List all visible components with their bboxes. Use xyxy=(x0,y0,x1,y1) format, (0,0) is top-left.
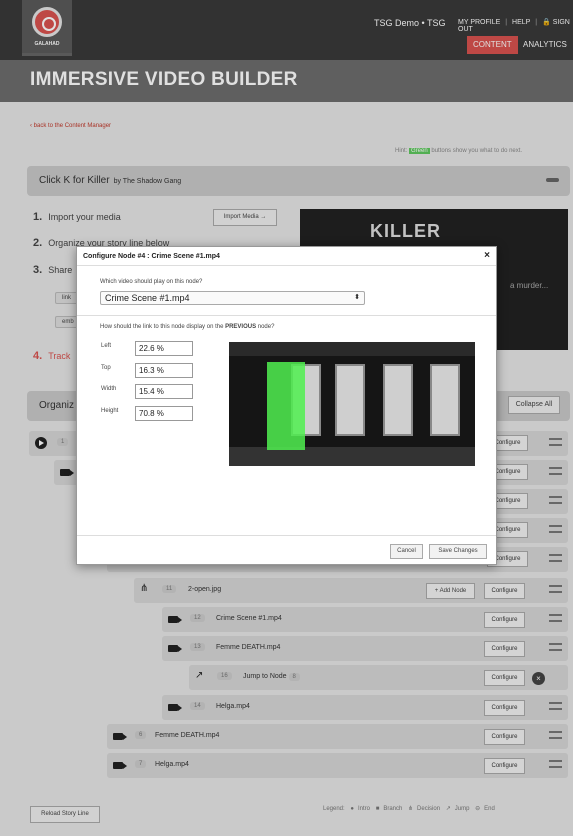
video-question: Which video should play on this node? xyxy=(100,279,203,285)
height-input[interactable]: 70.8 % xyxy=(135,406,193,421)
left-label: Left xyxy=(101,343,112,349)
width-input[interactable]: 15.4 % xyxy=(135,384,193,399)
link-hotspot[interactable] xyxy=(266,362,305,450)
height-label: Height xyxy=(101,408,119,414)
top-label: Top xyxy=(101,365,111,371)
door-image xyxy=(383,364,413,436)
door-image xyxy=(335,364,365,436)
previous-node-preview xyxy=(229,342,475,466)
select-arrow-icon: ⬍ xyxy=(354,294,360,301)
modal-title: Configure Node #4 : Crime Scene #1.mp4 xyxy=(77,247,496,266)
save-changes-button[interactable]: Save Changes xyxy=(429,544,487,559)
close-icon[interactable]: × xyxy=(484,250,490,261)
link-display-question: How should the link to this node display… xyxy=(100,324,275,330)
configure-node-modal: Configure Node #4 : Crime Scene #1.mp4 ×… xyxy=(76,246,497,565)
cancel-button[interactable]: Cancel xyxy=(390,544,423,559)
width-label: Width xyxy=(101,386,117,392)
left-input[interactable]: 22.6 % xyxy=(135,341,193,356)
video-select[interactable]: Crime Scene #1.mp4 ⬍ xyxy=(100,291,365,305)
door-image xyxy=(430,364,460,436)
modal-footer: Cancel Save Changes xyxy=(77,535,496,565)
top-input[interactable]: 16.3 % xyxy=(135,363,193,378)
